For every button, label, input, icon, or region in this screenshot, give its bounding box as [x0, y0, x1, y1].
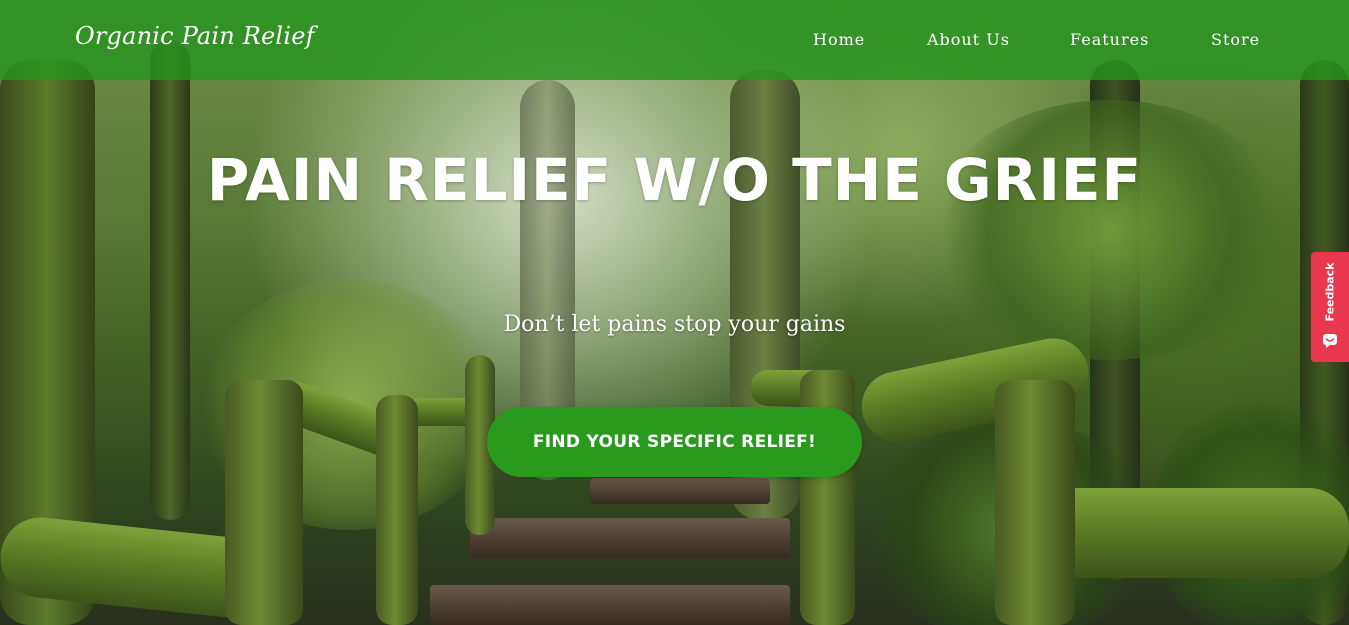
walkway-step — [470, 518, 790, 558]
walkway-step — [590, 478, 770, 504]
nav-link-home[interactable]: Home — [813, 30, 865, 49]
railing-post — [376, 395, 418, 625]
smiley-chat-icon — [1323, 334, 1337, 348]
find-relief-button[interactable]: FIND YOUR SPECIFIC RELIEF! — [487, 407, 862, 477]
tree-trunk — [150, 40, 190, 520]
nav-link-about-us[interactable]: About Us — [927, 30, 1010, 49]
feedback-label: Feedback — [1323, 262, 1337, 322]
hero-headline: PAIN RELIEF W/O THE GRIEF — [206, 146, 1143, 214]
hero-subheadline: Don’t let pains stop your gains — [503, 312, 846, 337]
feedback-tab[interactable]: Feedback — [1311, 252, 1349, 362]
nav-link-features[interactable]: Features — [1070, 30, 1149, 49]
railing-post — [995, 380, 1075, 625]
nav-link-store[interactable]: Store — [1211, 30, 1260, 49]
main-nav: Home About Us Features Store — [0, 30, 1349, 54]
walkway-step — [430, 585, 790, 625]
top-navbar: Organic Pain Relief Home About Us Featur… — [0, 0, 1349, 80]
mossy-railing — [1030, 488, 1349, 578]
railing-post — [225, 380, 303, 625]
